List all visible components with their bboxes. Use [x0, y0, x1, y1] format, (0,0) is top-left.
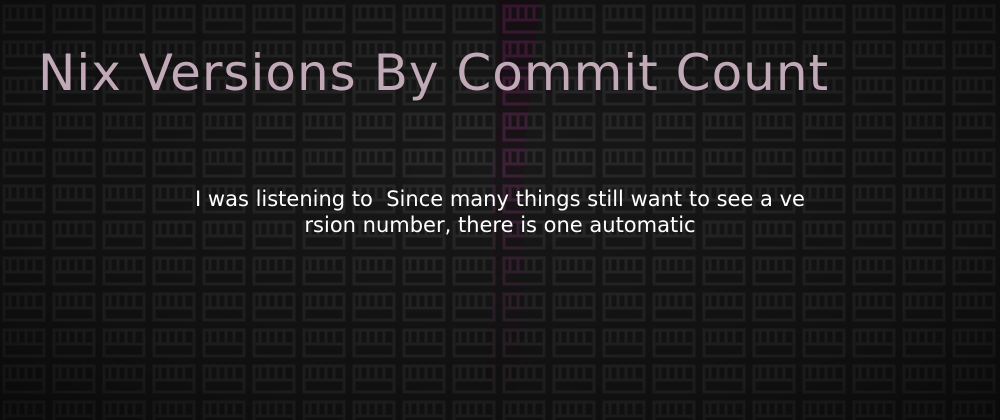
cover-image: Nix Versions By Commit Count I was liste… — [0, 0, 1000, 420]
post-excerpt: I was listening to Since many things sti… — [100, 186, 900, 238]
post-title: Nix Versions By Commit Count — [38, 44, 830, 102]
excerpt-line-2: rsion number, there is one automatic — [304, 213, 696, 237]
excerpt-line-1: I was listening to Since many things sti… — [195, 187, 805, 211]
